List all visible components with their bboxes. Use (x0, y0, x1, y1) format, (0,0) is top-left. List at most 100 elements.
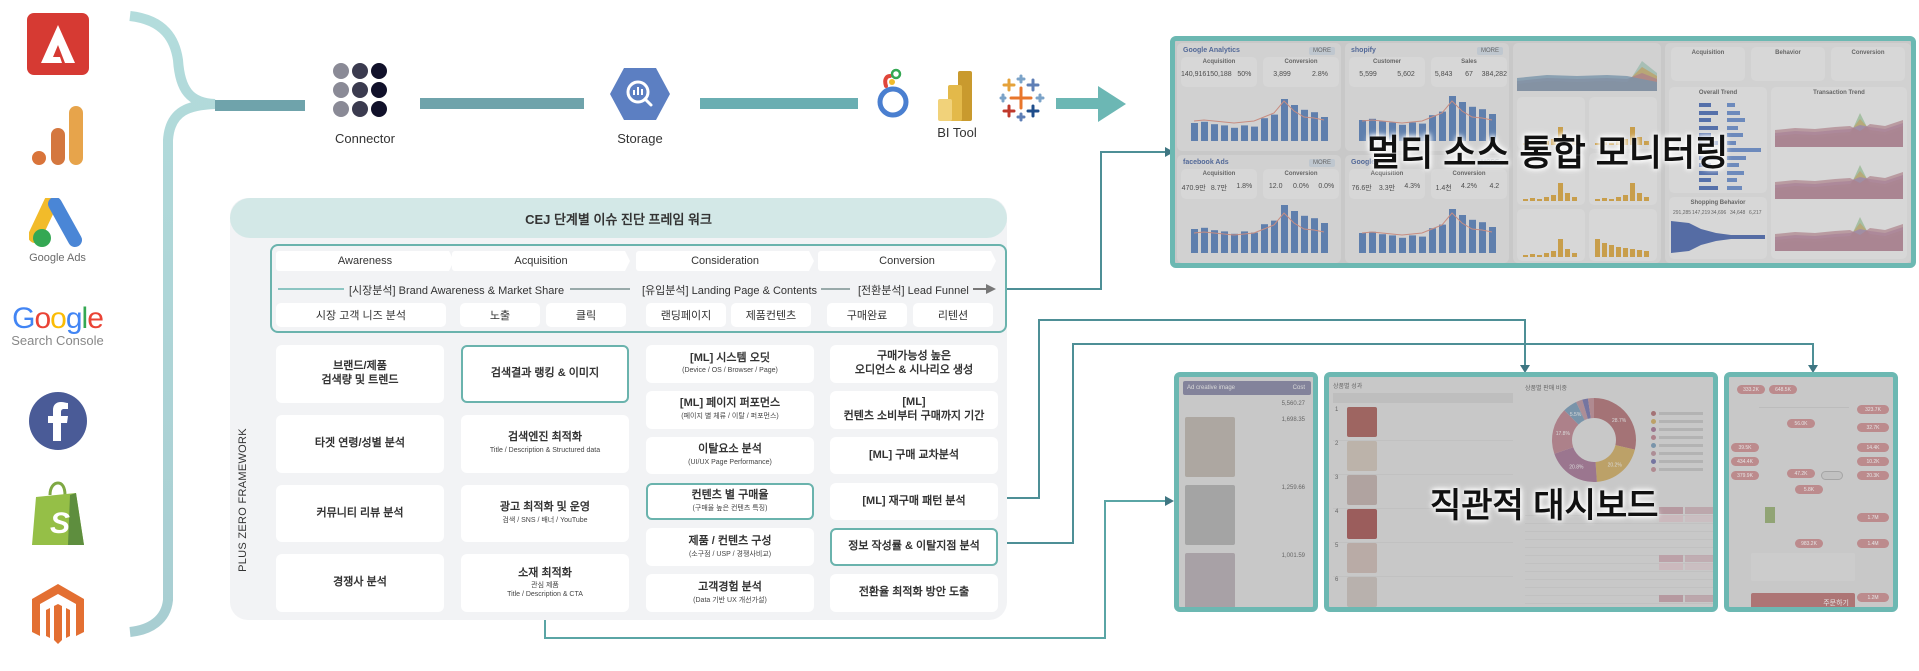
trend-bar (1727, 140, 1736, 145)
bar (1637, 250, 1642, 257)
bar (1301, 109, 1308, 141)
more-button[interactable]: MORE (1309, 47, 1335, 55)
kpi-value: 1.4천 (1435, 185, 1452, 192)
pivot-highlight (1659, 563, 1683, 570)
pivot-row (1525, 531, 1713, 532)
cell-title: 정보 작성률 & 이탈지점 분석 (848, 540, 980, 553)
area-series (1775, 172, 1903, 199)
bar (1544, 253, 1549, 257)
rank: 2 (1335, 441, 1339, 447)
kpi-value: 3,899 (1273, 71, 1291, 78)
product-table-header (1333, 393, 1513, 403)
kpi-group: Conversion (1831, 47, 1905, 81)
trend-bar (1727, 163, 1739, 167)
cell-subtitle: Title / Description & Structured data (489, 447, 601, 455)
pivot-highlight (1685, 515, 1713, 522)
trend-bar (1727, 155, 1746, 160)
rank: 5 (1335, 543, 1339, 549)
shopping-value: 6,217 (1749, 210, 1762, 216)
more-button[interactable]: MORE (1477, 47, 1503, 55)
metric-card (1517, 209, 1585, 261)
bar (1241, 125, 1248, 141)
trend-bar (1727, 118, 1745, 122)
shopping-value: 147,219 (1692, 210, 1711, 216)
legend-text (1659, 452, 1703, 455)
metric-tag: 5.8K (1795, 485, 1823, 494)
bar (1379, 234, 1386, 253)
kpi-value: 1.8% (1236, 183, 1253, 190)
bar (1359, 233, 1366, 253)
shopping-value: 291,285 (1673, 210, 1692, 216)
framework-title: CEJ 단계별 이슈 진단 프레임 워크 (230, 198, 1007, 238)
pivot-row (1525, 539, 1713, 540)
legend-dot (1651, 427, 1656, 432)
framework-cell: 정보 작성률 & 이탈지점 분석 (830, 528, 998, 567)
sub-stage: 노출 (460, 303, 540, 327)
phase-arrow-icon (986, 284, 996, 294)
storage-icon (610, 68, 670, 120)
bar (1644, 197, 1649, 201)
pivot-highlight (1659, 555, 1683, 562)
kpi-value: 4.2 (1489, 183, 1500, 190)
kpi-value: 0.0% (1318, 183, 1335, 190)
order-button[interactable]: 주문하기 (1823, 598, 1849, 607)
stage-awareness: Awareness (276, 251, 454, 271)
cell-title: 검색결과 랭킹 & 이미지 (490, 367, 600, 379)
bar (1558, 183, 1563, 201)
metric-tag: 20.3K (1857, 471, 1889, 480)
legend-dot (1651, 451, 1656, 456)
arrow-head (1165, 496, 1174, 506)
trend-bar (1727, 170, 1744, 175)
bar (1281, 205, 1288, 253)
metric-tag: 39.5K (1731, 443, 1759, 452)
bar (1301, 215, 1308, 253)
kpi-group: Customer 5,599 5,602 (1349, 57, 1425, 87)
product-chart-title: 상품별 판매 비중 (1525, 386, 1567, 392)
more-button[interactable]: MORE (1309, 159, 1335, 167)
product-image (1347, 441, 1377, 471)
sub-stage: 랜딩페이지 (646, 303, 726, 327)
order-bar: 주문하기 (1751, 593, 1855, 607)
cell-title: [ML] 컨텐츠 소비부터 구매까지 기간 (843, 395, 985, 422)
pivot-row (1525, 587, 1713, 588)
bar (1609, 199, 1614, 201)
cell-subtitle: (소구점 / USP / 경쟁사비교) (688, 550, 772, 558)
creative-image (1185, 485, 1235, 545)
kpi-value: 0.0% (1293, 183, 1309, 190)
metric-tag: 333.2K (1737, 385, 1765, 394)
panel-bar-chart (1191, 205, 1328, 253)
sub-stage: 시장 고객 니즈 분석 (276, 303, 446, 327)
pivot-row (1525, 579, 1713, 580)
cell-title: 타겟 연령/성별 분석 (314, 436, 406, 449)
cell-subtitle: (구매율 높은 컨텐츠 특징) (692, 504, 768, 512)
bar (1551, 195, 1556, 201)
bar (1409, 235, 1416, 253)
bar (1389, 235, 1396, 253)
kpi-group: Acquisition (1671, 47, 1745, 81)
trend-bar (1727, 103, 1735, 107)
shopping-behavior: Shopping Behavior 291,285 147,219 34,696 34,… (1669, 197, 1767, 259)
trend-bar (1727, 148, 1761, 152)
kpi-value: 4.2% (1461, 183, 1477, 190)
bar (1609, 245, 1614, 257)
framework-cell: 소재 최적화 관심 제품 Title / Description & CTA (461, 554, 629, 612)
metric-tag: 434.4K (1731, 457, 1759, 466)
trend-bar (1727, 178, 1737, 182)
legend-dot (1651, 435, 1656, 440)
cell-title: 제품 / 컨텐츠 구성 (688, 534, 772, 547)
monitoring-title: 멀티 소스 통합 모니터링 (1367, 132, 1729, 173)
framework-cell: 커뮤니티 리뷰 분석 (276, 484, 444, 543)
creative-total: 5,560.27 (1281, 401, 1305, 407)
bar (1311, 218, 1318, 253)
pivot-highlight (1659, 595, 1683, 602)
creative-sort-label: Cost (1292, 385, 1305, 391)
metric-tag: 47.2K (1787, 469, 1815, 478)
cell-subtitle: (Data 기반 UX 개선가설) (693, 596, 767, 604)
source-panel: facebook Ads MORE Acquisition 470.9만 8.7만 1.8… (1177, 155, 1341, 263)
dashboard-title: 직관적 대시보드 (1430, 487, 1659, 525)
section-title: Transaction Trend (1813, 90, 1865, 96)
kpi-group: Conversion 12.0 0.0% 0.0% (1263, 169, 1339, 199)
funnel-shape (1671, 221, 1765, 253)
tableau-icon (999, 74, 1045, 122)
cell-title: 컨텐츠 별 구매율 (691, 489, 769, 502)
